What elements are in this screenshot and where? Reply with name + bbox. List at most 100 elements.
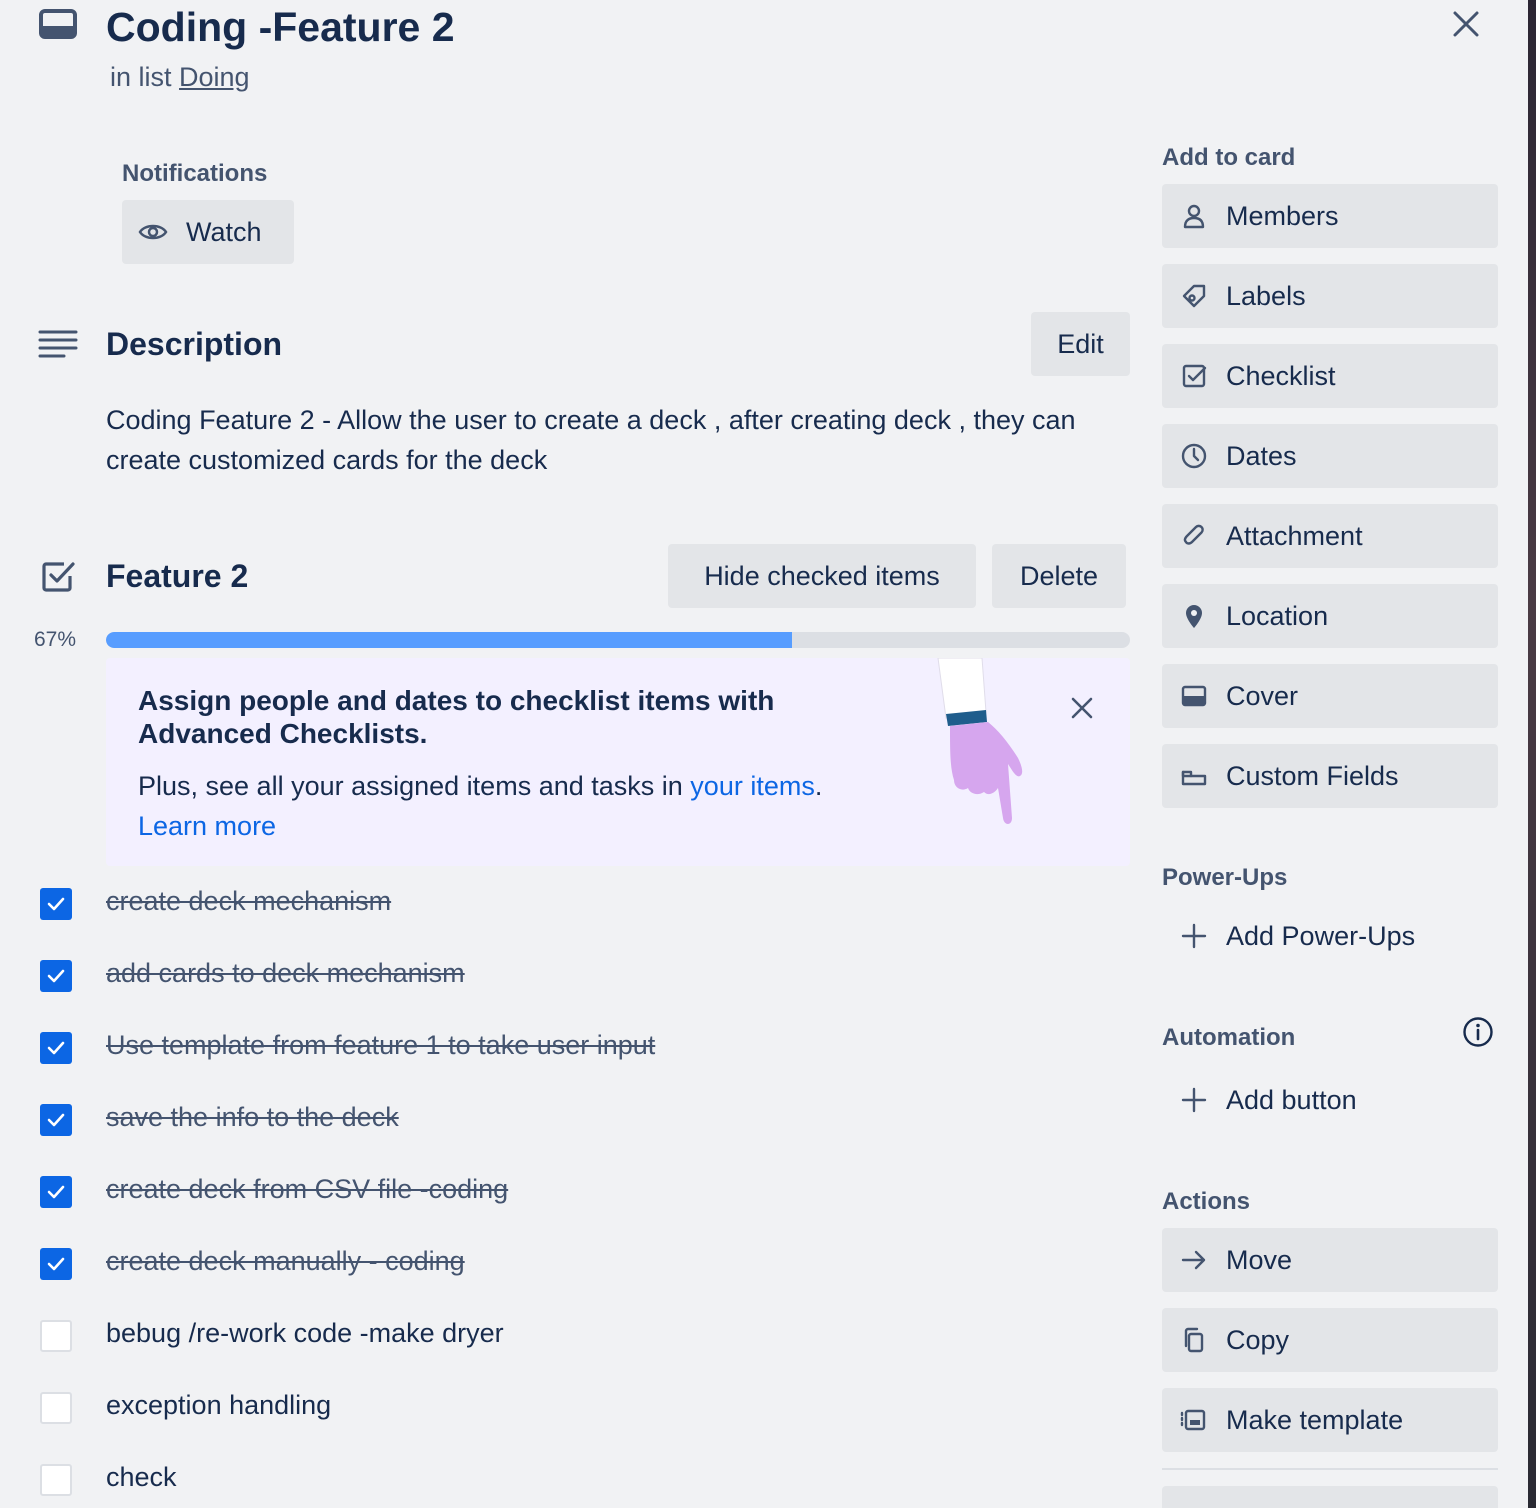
promo-close-icon[interactable] xyxy=(1068,694,1096,722)
pointing-hand-illustration xyxy=(932,658,1032,830)
description-text[interactable]: Coding Feature 2 - Allow the user to cre… xyxy=(106,400,1116,480)
checkbox-checked[interactable] xyxy=(40,888,72,920)
checkbox-checked[interactable] xyxy=(40,1104,72,1136)
make-template-button[interactable]: Make template xyxy=(1162,1388,1498,1452)
checklist-item-text[interactable]: bebug /re-work code -make dryer xyxy=(106,1318,504,1349)
window-edge xyxy=(1528,0,1536,1508)
checklist-item[interactable]: create deck manually - coding xyxy=(40,1244,465,1284)
sidebar-button-label: Custom Fields xyxy=(1226,760,1399,791)
checklist-item-text[interactable]: create deck from CSV file -coding xyxy=(106,1174,508,1205)
checklist-item-text[interactable]: add cards to deck mechanism xyxy=(106,958,465,989)
plus-icon xyxy=(1180,1086,1208,1114)
checkmark-icon xyxy=(47,1041,65,1055)
sidebar-button-label: Location xyxy=(1226,600,1329,631)
checklist-item[interactable]: add cards to deck mechanism xyxy=(40,956,465,996)
checklist-item-text[interactable]: save the info to the deck xyxy=(106,1102,399,1133)
person-icon xyxy=(1180,202,1208,230)
sidebar-button-label: Move xyxy=(1226,1244,1293,1275)
card-icon xyxy=(38,8,78,40)
watch-button[interactable]: Watch xyxy=(122,200,294,264)
checklist-item-text[interactable]: Use template from feature 1 to take user… xyxy=(106,1030,655,1061)
checkbox-checked[interactable] xyxy=(40,1176,72,1208)
custom-fields-button[interactable]: Custom Fields xyxy=(1162,744,1498,808)
sidebar-button-label: Members xyxy=(1226,200,1339,231)
cut-off-action-button[interactable] xyxy=(1162,1486,1498,1508)
checklist-button[interactable]: Checklist xyxy=(1162,344,1498,408)
checklist-title[interactable]: Feature 2 xyxy=(106,558,248,595)
description-icon xyxy=(38,328,78,360)
edit-description-button[interactable]: Edit xyxy=(1031,312,1130,376)
add-power-ups-label: Add Power-Ups xyxy=(1226,920,1416,951)
checkbox-icon xyxy=(1180,362,1208,390)
sidebar-button-label: Make template xyxy=(1226,1404,1404,1435)
checkbox-unchecked[interactable] xyxy=(40,1392,72,1424)
labels-button[interactable]: Labels xyxy=(1162,264,1498,328)
template-icon xyxy=(1180,1406,1208,1434)
dates-button[interactable]: Dates xyxy=(1162,424,1498,488)
arrow-right-icon xyxy=(1180,1246,1208,1274)
tag-icon xyxy=(1180,282,1208,310)
eye-icon xyxy=(138,221,168,243)
checklist-item-text[interactable]: exception handling xyxy=(106,1390,331,1421)
clock-icon xyxy=(1180,442,1208,470)
checkmark-icon xyxy=(47,1185,65,1199)
checklist-item[interactable]: bebug /re-work code -make dryer xyxy=(40,1316,504,1356)
your-items-link[interactable]: your items xyxy=(690,771,815,801)
cover-icon xyxy=(1180,682,1208,710)
attachment-button[interactable]: Attachment xyxy=(1162,504,1498,568)
notifications-label: Notifications xyxy=(122,160,268,187)
checklist-item-text[interactable]: check xyxy=(106,1462,177,1493)
add-power-ups-button[interactable]: Add Power-Ups xyxy=(1162,906,1415,966)
promo-body: Plus, see all your assigned items and ta… xyxy=(138,766,918,846)
checkbox-checked[interactable] xyxy=(40,1032,72,1064)
power-ups-label: Power-Ups xyxy=(1162,864,1288,891)
sidebar-button-label: Labels xyxy=(1226,280,1306,311)
location-button[interactable]: Location xyxy=(1162,584,1498,648)
location-pin-icon xyxy=(1180,602,1208,630)
checkmark-icon xyxy=(47,969,65,983)
checklist-item[interactable]: create deck from CSV file -coding xyxy=(40,1172,508,1212)
checklist-item-text[interactable]: create deck manually - coding xyxy=(106,1246,465,1277)
copy-button[interactable]: Copy xyxy=(1162,1308,1498,1372)
checkbox-unchecked[interactable] xyxy=(40,1464,72,1496)
learn-more-link[interactable]: Learn more xyxy=(138,811,276,841)
delete-checklist-button[interactable]: Delete xyxy=(992,544,1126,608)
promo-title: Assign people and dates to checklist ite… xyxy=(138,685,775,749)
checkmark-icon xyxy=(47,1257,65,1271)
add-button-button[interactable]: Add button xyxy=(1162,1070,1357,1130)
sidebar-button-label: Checklist xyxy=(1226,360,1336,391)
custom-fields-icon xyxy=(1180,762,1208,790)
list-link[interactable]: Doing xyxy=(179,62,250,92)
sidebar-button-label: Dates xyxy=(1226,440,1297,471)
close-icon[interactable] xyxy=(1448,6,1484,42)
copy-icon xyxy=(1180,1326,1208,1354)
checklist-item[interactable]: exception handling xyxy=(40,1388,331,1428)
cover-button[interactable]: Cover xyxy=(1162,664,1498,728)
card-title[interactable]: Coding -Feature 2 xyxy=(106,4,455,51)
checkbox-checked[interactable] xyxy=(40,1248,72,1280)
add-to-card-label: Add to card xyxy=(1162,144,1296,171)
actions-label: Actions xyxy=(1162,1188,1251,1215)
checklist-item[interactable]: Use template from feature 1 to take user… xyxy=(40,1028,655,1068)
advanced-checklists-promo: Assign people and dates to checklist ite… xyxy=(106,658,1130,866)
promo-body-suffix: . xyxy=(814,771,823,801)
checklist-item[interactable]: check xyxy=(40,1460,177,1500)
checklist-icon xyxy=(40,558,76,594)
checkmark-icon xyxy=(47,897,65,911)
checklist-item[interactable]: create deck mechanism xyxy=(40,884,391,924)
members-button[interactable]: Members xyxy=(1162,184,1498,248)
progress-bar xyxy=(106,632,1130,648)
checklist-item-text[interactable]: create deck mechanism xyxy=(106,886,391,917)
checkbox-checked[interactable] xyxy=(40,960,72,992)
checklist-item[interactable]: save the info to the deck xyxy=(40,1100,399,1140)
description-heading: Description xyxy=(106,326,283,362)
sidebar-divider xyxy=(1162,1468,1498,1470)
progress-bar-fill xyxy=(106,632,793,648)
checkbox-unchecked[interactable] xyxy=(40,1320,72,1352)
promo-body-text: Plus, see all your assigned items and ta… xyxy=(138,771,683,801)
sidebar-button-label: Copy xyxy=(1226,1324,1290,1355)
move-button[interactable]: Move xyxy=(1162,1228,1498,1292)
hide-checked-items-button[interactable]: Hide checked items xyxy=(668,544,976,608)
in-list-text: in list Doing xyxy=(110,62,250,93)
info-icon[interactable] xyxy=(1462,1016,1494,1048)
